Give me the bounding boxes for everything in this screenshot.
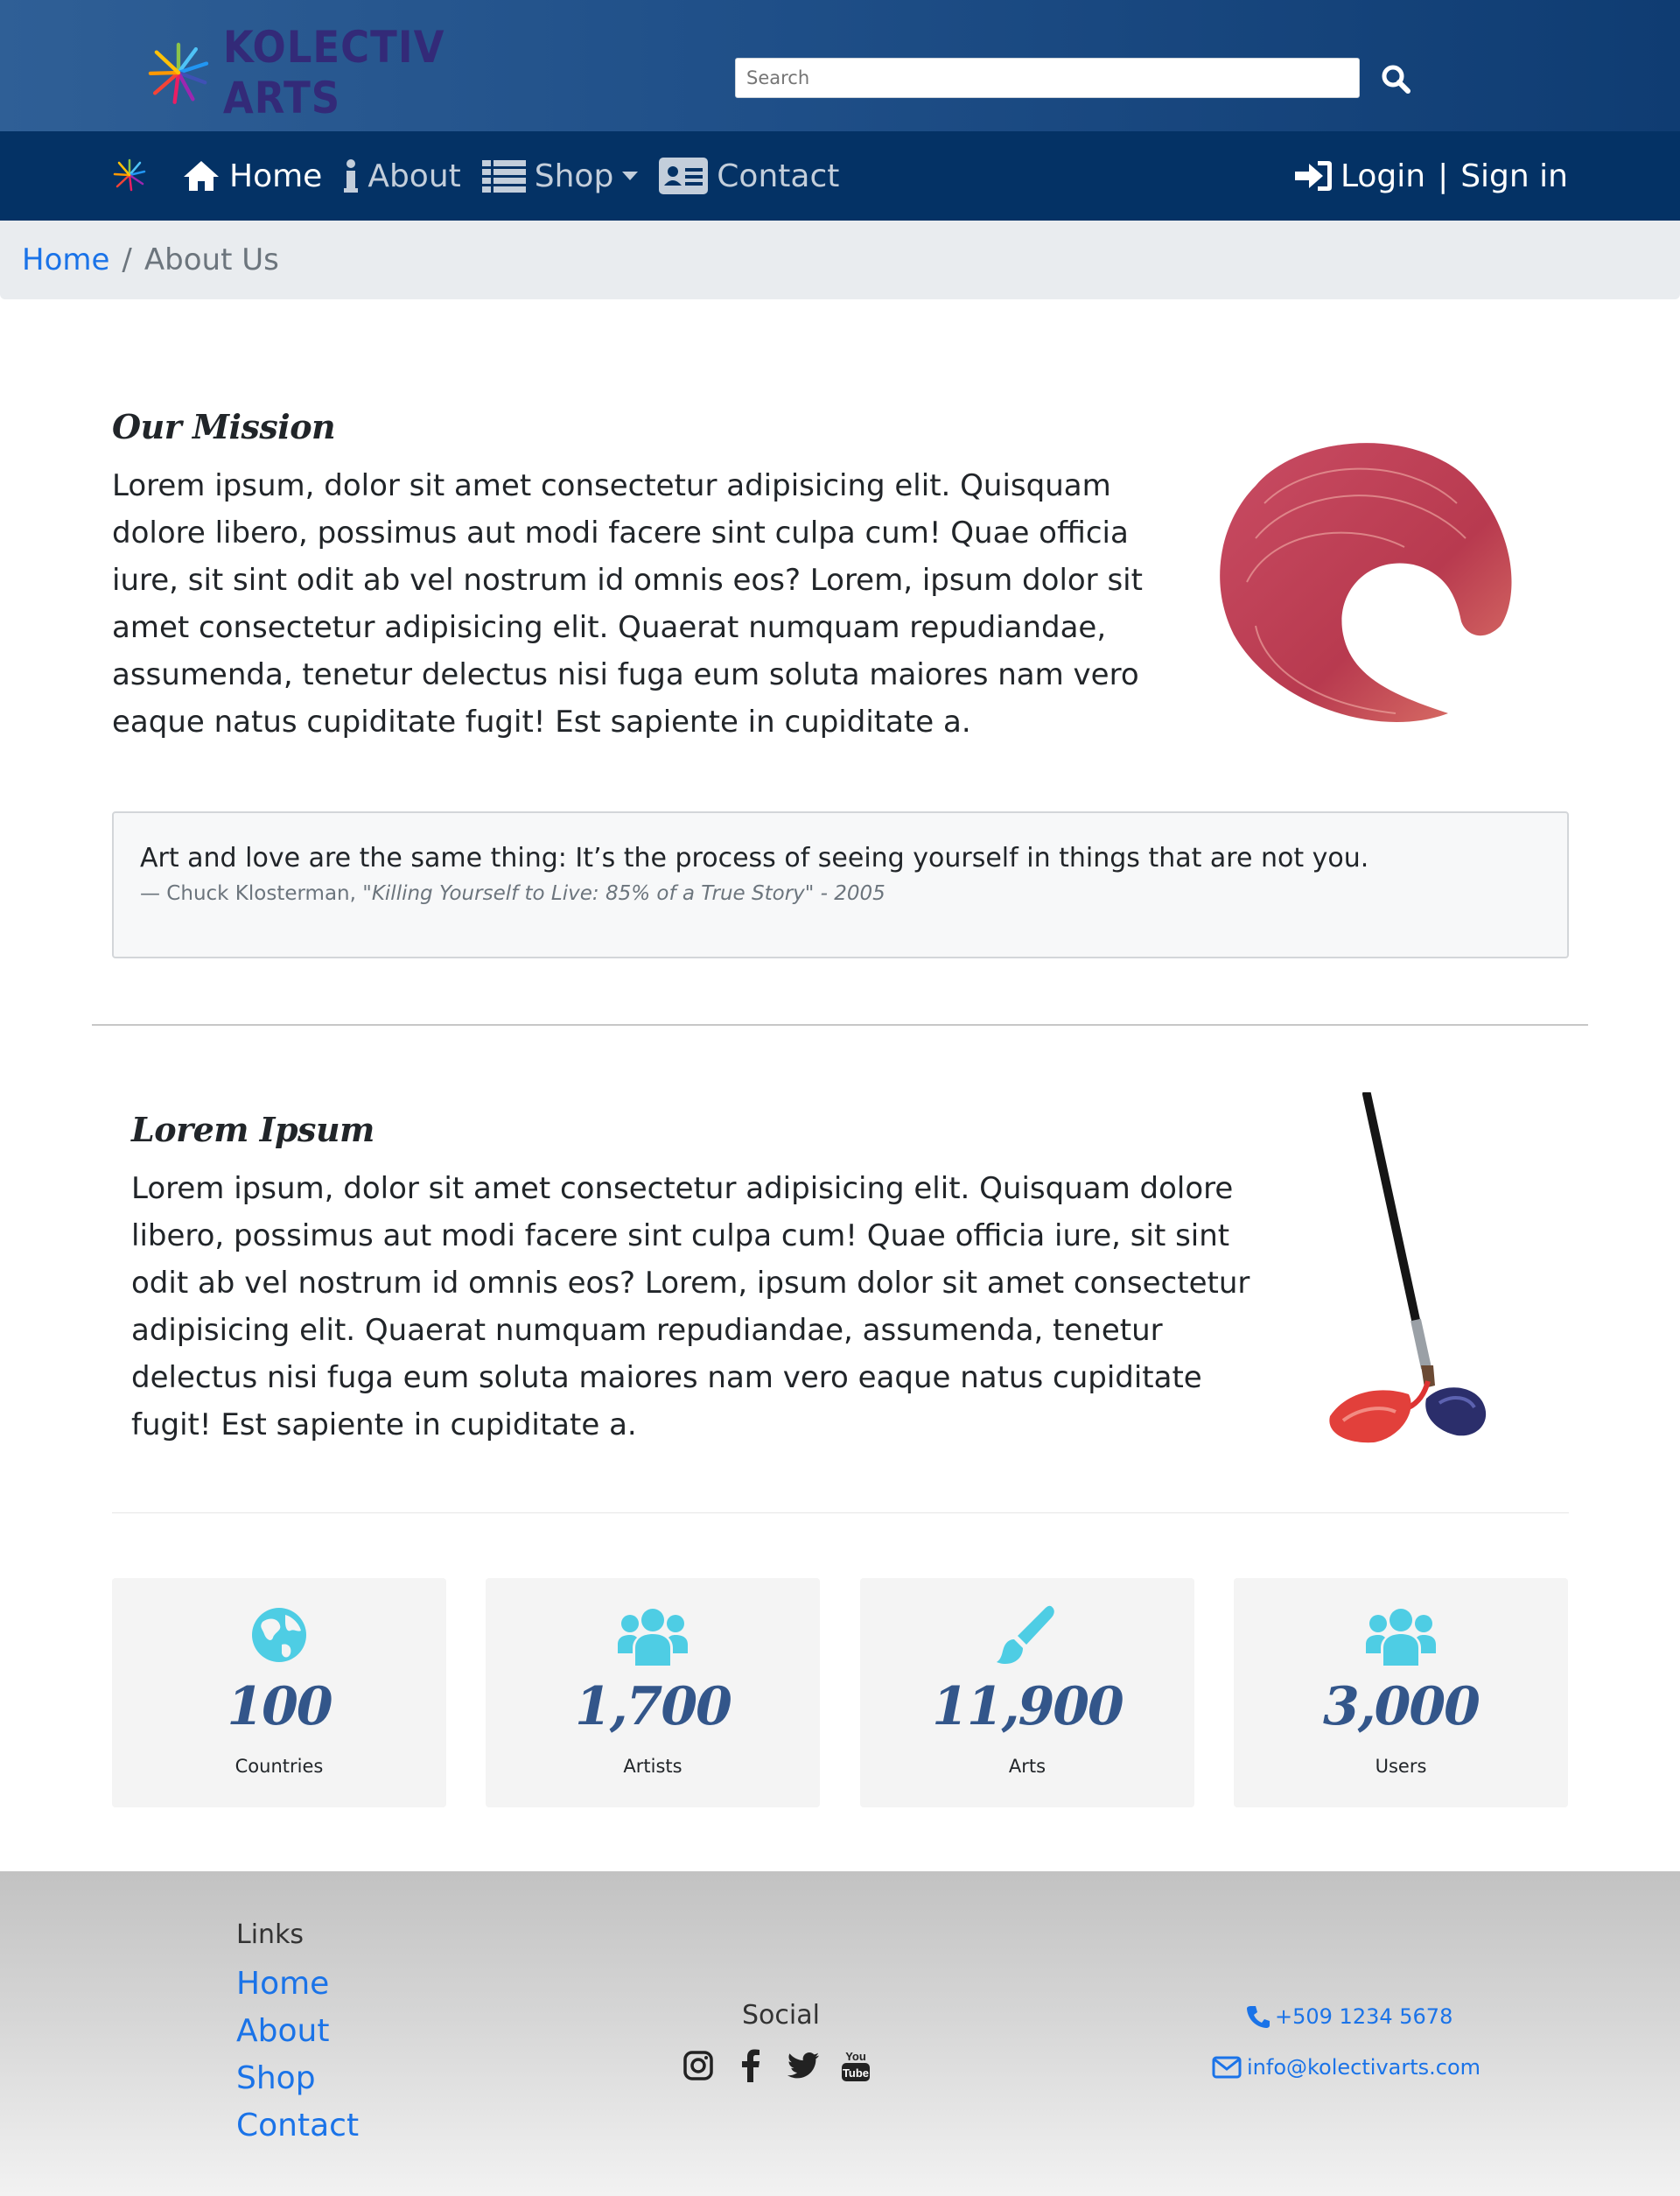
- facebook-icon: [742, 2049, 760, 2082]
- stat-value-countries: 100: [227, 1676, 332, 1737]
- stat-value-artists: 1,700: [575, 1676, 732, 1737]
- search-input[interactable]: [735, 58, 1360, 98]
- stat-label-arts: Arts: [1008, 1756, 1046, 1777]
- users-icon: [1366, 1609, 1436, 1666]
- footer-phone[interactable]: +509 1234 5678: [1247, 2004, 1452, 2029]
- nav-item-about[interactable]: About: [343, 158, 461, 194]
- brand-logo[interactable]: KOLECTIV ARTS: [144, 22, 529, 123]
- twitter-link[interactable]: [786, 2048, 821, 2083]
- breadcrumb-home-link[interactable]: Home: [22, 242, 109, 277]
- chevron-down-icon: [622, 172, 639, 180]
- list-icon: [481, 160, 526, 193]
- users-icon: [618, 1609, 688, 1666]
- contact-card-icon: [659, 158, 709, 194]
- footer-link-contact[interactable]: Contact: [236, 2102, 359, 2150]
- footer-link-home[interactable]: Home: [236, 1961, 359, 2008]
- stat-value-users: 3,000: [1323, 1676, 1480, 1737]
- social-links: You Tube: [681, 2048, 891, 2083]
- mission-paragraph: Lorem ipsum, dolor sit amet consectetur …: [112, 468, 1143, 740]
- paint-brush-icon: [997, 1605, 1054, 1664]
- brand-name: KOLECTIV ARTS: [222, 22, 445, 123]
- svg-text:You: You: [845, 2050, 866, 2063]
- stat-label-users: Users: [1375, 1756, 1427, 1777]
- nav-label-contact: Contact: [717, 158, 840, 194]
- lorem-heading: Lorem Ipsum: [131, 1110, 374, 1149]
- top-header: KOLECTIV ARTS: [0, 0, 1680, 131]
- section-divider-light: [112, 1512, 1569, 1513]
- twitter-icon: [788, 2052, 819, 2079]
- nav-item-contact[interactable]: Contact: [659, 158, 839, 194]
- auth-separator: |: [1438, 158, 1449, 194]
- quote-text: Art and love are the same thing: It’s th…: [140, 843, 1369, 873]
- footer-links: Home About Shop Contact: [236, 1961, 359, 2150]
- quote-author: — Chuck Klosterman,: [140, 882, 356, 905]
- footer-links-heading: Links: [236, 1919, 304, 1950]
- section-divider: [92, 1024, 1588, 1026]
- info-icon: [344, 159, 359, 193]
- phone-icon: [1247, 2006, 1270, 2028]
- breadcrumb: Home / About Us: [0, 221, 1680, 299]
- footer-email-address: info@kolectivarts.com: [1247, 2055, 1481, 2080]
- footer-email[interactable]: info@kolectivarts.com: [1212, 2055, 1480, 2080]
- nav-menu: Home About Shop Contact: [182, 131, 860, 221]
- breadcrumb-current: About Us: [144, 242, 279, 277]
- sign-in-icon: [1294, 161, 1332, 191]
- globe-icon: [252, 1608, 306, 1662]
- auth-links: Login | Sign in: [1294, 131, 1568, 221]
- nav-label-shop: Shop: [534, 158, 614, 194]
- starburst-logo-icon: [148, 42, 209, 104]
- mission-heading: Our Mission: [112, 407, 336, 446]
- nav-label-about: About: [368, 158, 461, 194]
- nav-label-home: Home: [229, 158, 323, 194]
- footer-phone-number: +509 1234 5678: [1275, 2004, 1453, 2029]
- instagram-icon: [683, 2051, 713, 2080]
- search-button[interactable]: [1378, 61, 1413, 96]
- footer-link-shop[interactable]: Shop: [236, 2055, 359, 2102]
- home-icon: [184, 161, 219, 191]
- stat-label-countries: Countries: [234, 1756, 324, 1777]
- youtube-icon: You Tube: [842, 2050, 870, 2081]
- lorem-paragraph: Lorem ipsum, dolor sit amet consectetur …: [131, 1171, 1250, 1442]
- svg-text:Tube: Tube: [843, 2066, 869, 2080]
- instagram-link[interactable]: [681, 2048, 716, 2083]
- stat-card-arts: 11,900 Arts: [860, 1578, 1194, 1807]
- stat-card-countries: 100 Countries: [112, 1578, 446, 1807]
- stat-card-artists: 1,700 Artists: [486, 1578, 820, 1807]
- envelope-icon: [1212, 2056, 1242, 2079]
- youtube-link[interactable]: You Tube: [838, 2048, 873, 2083]
- quote-citation: — Chuck Klosterman, "Killing Yourself to…: [140, 882, 1541, 905]
- paint-swirl-image: [1220, 443, 1512, 722]
- stat-label-artists: Artists: [623, 1756, 682, 1777]
- search-icon: [1382, 65, 1410, 94]
- sign-in-link[interactable]: Sign in: [1460, 158, 1568, 194]
- stat-value-arts: 11,900: [932, 1676, 1124, 1737]
- paintbrush-image: [1329, 1092, 1487, 1443]
- quote-card: Art and love are the same thing: It’s th…: [112, 811, 1569, 958]
- nav-item-shop[interactable]: Shop: [481, 158, 639, 194]
- footer-social-heading: Social: [742, 2000, 820, 2031]
- breadcrumb-separator: /: [122, 242, 132, 277]
- quote-source: "Killing Yourself to Live: 85% of a True…: [362, 882, 886, 905]
- facebook-link[interactable]: [733, 2048, 768, 2083]
- navbar-brand-icon[interactable]: [112, 158, 147, 193]
- nav-item-home[interactable]: Home: [182, 158, 322, 194]
- footer-link-about[interactable]: About: [236, 2008, 359, 2055]
- login-link[interactable]: Login: [1340, 158, 1425, 194]
- stat-card-users: 3,000 Users: [1234, 1578, 1568, 1807]
